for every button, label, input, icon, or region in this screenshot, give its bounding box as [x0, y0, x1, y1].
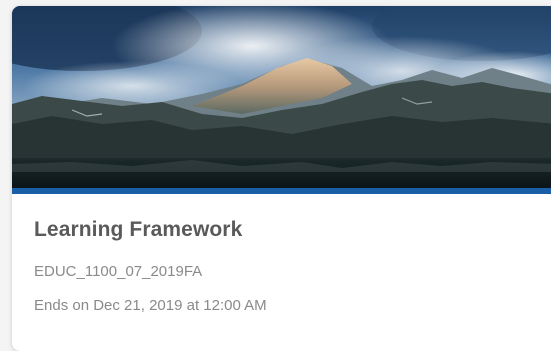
course-code: EDUC_1100_07_2019FA — [34, 263, 203, 280]
course-end-date: Ends on Dec 21, 2019 at 12:00 AM — [34, 297, 267, 314]
course-card-body: Learning Framework EDUC_1100_07_2019FA E… — [12, 194, 551, 314]
course-card[interactable]: Learning Framework EDUC_1100_07_2019FA E… — [12, 6, 551, 351]
course-banner-image — [12, 6, 551, 188]
course-title[interactable]: Learning Framework — [34, 218, 551, 242]
